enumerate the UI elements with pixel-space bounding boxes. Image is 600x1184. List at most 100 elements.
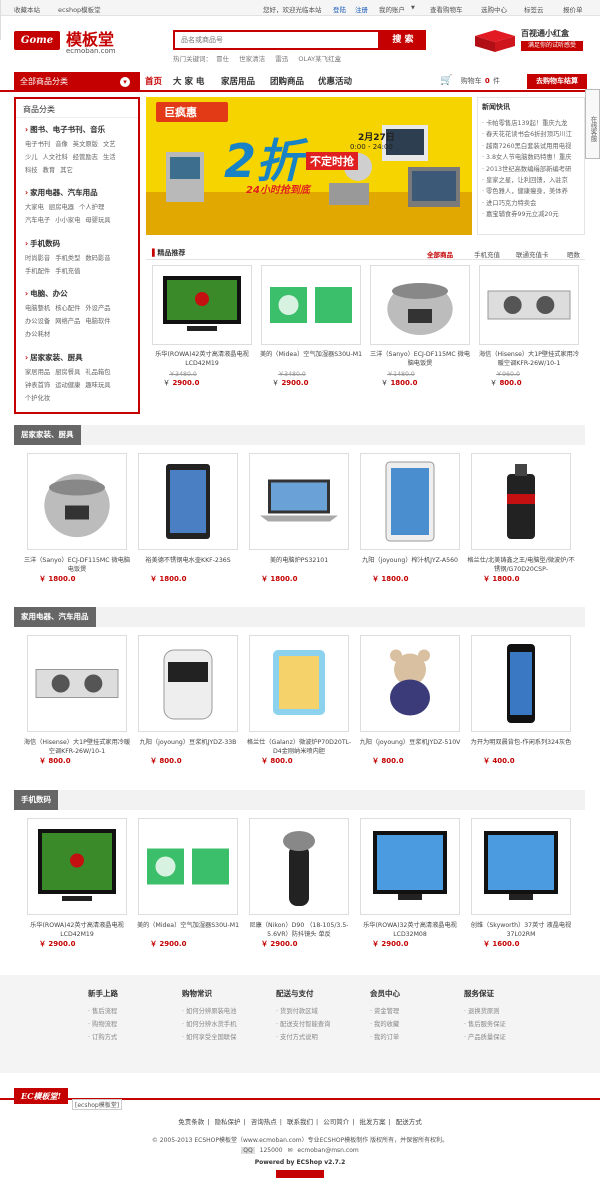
footer-help-link[interactable]: 配送支付智能查询: [280, 1021, 330, 1028]
category-link[interactable]: 音像: [55, 141, 68, 148]
recommend-product-card[interactable]: 乐华(ROWA)42英寸高清液晶电视LCD42M19 ￥3480.0 ￥ 2900.…: [149, 265, 255, 388]
footer-help-link[interactable]: 资金管理: [374, 1008, 399, 1015]
product-name[interactable]: 裕美德不锈钢电水壶KKF-236S: [134, 556, 242, 574]
footer-help-link[interactable]: 如何分辨水货手机: [186, 1021, 236, 1028]
product-name[interactable]: 乐华(ROWA)42英寸高清液晶电视LCD42M19: [149, 350, 255, 368]
favorite-link[interactable]: 收藏本站: [14, 4, 40, 14]
product-name[interactable]: 创维（Skyworth）37英寸 液晶电视 37L02RM: [467, 921, 575, 939]
category-link[interactable]: 运动健康: [55, 382, 80, 389]
section-product-card[interactable]: 三洋（Sanyo）ECJ-DF115MC 微电脑电饭煲 ￥ 1800.0: [23, 453, 131, 584]
section-product-card[interactable]: 九阳（joyoung）榨汁机JYZ-A560 ￥ 1800.0: [356, 453, 464, 584]
product-name[interactable]: 格兰仕（Galanz）微波炉P70D20TL-D4金刚纳米喷内胆: [245, 738, 353, 756]
section-product-card[interactable]: 九阳（joyoung）豆浆机JYDZ-33B ￥ 800.0: [134, 635, 242, 766]
qq-icon[interactable]: QQ: [241, 1147, 255, 1154]
product-name[interactable]: 为开为明双晨背包-作闲系列324灰色: [467, 738, 575, 756]
recommend-product-card[interactable]: 美的（Midea）空气加湿器S30U-M1 ￥3480.0 ￥ 2900.0: [258, 265, 364, 388]
section-title[interactable]: 家用电器、汽车用品: [14, 607, 96, 627]
product-name[interactable]: 三洋（Sanyo）ECJ-DF115MC 微电脑电饭煲: [23, 556, 131, 574]
section-product-card[interactable]: 格兰仕/北美铸鑫之王/电脑型/微波炉/不锈钢/G70D20CSP- ￥ 1800.…: [467, 453, 575, 584]
category-title[interactable]: 手机数码: [30, 239, 60, 248]
product-name[interactable]: 九阳（joyoung）豆浆机JYDZ-510V: [356, 738, 464, 756]
search-input[interactable]: [175, 32, 378, 48]
footer-help-link[interactable]: 我的订单: [374, 1034, 399, 1041]
category-link[interactable]: 汽车电子: [25, 217, 50, 224]
section-product-card[interactable]: 创维（Skyworth）37英寸 液晶电视 37L02RM ￥ 1600.0: [467, 818, 575, 949]
category-link[interactable]: 大家电: [25, 204, 44, 211]
nav-home[interactable]: 首页: [145, 75, 162, 87]
section-product-card[interactable]: 乐华(ROWA)32英寸高清液晶电视LCD32M08 ￥ 2900.0: [356, 818, 464, 949]
footer-link[interactable]: 联系我们: [287, 1118, 313, 1126]
product-name[interactable]: 乐华(ROWA)32英寸高清液晶电视LCD32M08: [356, 921, 464, 939]
tab-more[interactable]: 晒数: [567, 249, 580, 259]
category-link[interactable]: 办公耗材: [25, 331, 50, 338]
footer-link[interactable]: 批发方案: [360, 1118, 386, 1126]
category-link[interactable]: 人文社科: [43, 154, 68, 161]
product-name[interactable]: 美的电脑炉PS32101: [245, 556, 353, 574]
product-name[interactable]: 九阳（joyoung）榨汁机JYZ-A560: [356, 556, 464, 574]
category-link[interactable]: 外设产品: [85, 305, 110, 312]
product-image[interactable]: [479, 265, 579, 345]
footer-help-link[interactable]: 产品质量保证: [468, 1034, 506, 1041]
category-link[interactable]: 礼品箱包: [85, 369, 110, 376]
category-link[interactable]: 手机配件: [25, 268, 50, 275]
news-item[interactable]: · 嘉宝辅食券99元立减20元: [482, 209, 584, 220]
footer-help-link[interactable]: 订购方式: [92, 1034, 117, 1041]
section-title[interactable]: 手机数码: [14, 790, 58, 810]
category-title[interactable]: 电脑、办公: [30, 289, 68, 298]
product-name[interactable]: 美的（Midea）空气加湿器S30U-M1: [258, 350, 364, 368]
section-product-card[interactable]: 尼康（Nikon）D90 （18-105/3.5-5.6VR）防抖镜头 单反 ￥ …: [245, 818, 353, 949]
category-title[interactable]: 居家家装、厨具: [30, 353, 83, 362]
section-product-card[interactable]: 九阳（joyoung）豆浆机JYDZ-510V ￥ 800.0: [356, 635, 464, 766]
category-link[interactable]: 手机充值: [55, 268, 80, 275]
hot-keyword[interactable]: 雷迅: [275, 55, 288, 63]
category-title[interactable]: 图书、电子书刊、音乐: [30, 125, 105, 134]
section-product-card[interactable]: 裕美德不锈钢电水壶KKF-236S ￥ 1800.0: [134, 453, 242, 584]
footer-help-link[interactable]: 货到付款区域: [280, 1008, 318, 1015]
product-image[interactable]: [27, 453, 127, 550]
category-link[interactable]: 电子书刊: [25, 141, 50, 148]
center-link[interactable]: 选购中心: [481, 4, 507, 14]
news-item[interactable]: · 2013世纪高数编缉部新编考研: [482, 164, 584, 175]
footer-link[interactable]: 配送方式: [396, 1118, 422, 1126]
online-service-tab[interactable]: 在线客服: [585, 89, 600, 159]
promo-banner[interactable]: 百视通小红盒 满足你的试听感受: [473, 26, 585, 54]
category-title[interactable]: 家用电器、汽车用品: [30, 188, 98, 197]
footer-link[interactable]: 隐私保护: [214, 1118, 240, 1126]
nav-group-buy[interactable]: 团购商品: [270, 75, 304, 87]
product-image[interactable]: [138, 453, 238, 550]
product-image[interactable]: [360, 818, 460, 915]
category-link[interactable]: 个人护理: [79, 204, 104, 211]
news-item[interactable]: · 卡帕零售店139起！重庆九龙: [482, 118, 584, 129]
category-link[interactable]: 趣味玩具: [85, 382, 110, 389]
footer-help-link[interactable]: 售后服务保证: [468, 1021, 506, 1028]
footer-help-link[interactable]: 如何分辨原装电池: [186, 1008, 236, 1015]
footer-help-link[interactable]: 购物流程: [92, 1021, 117, 1028]
category-link[interactable]: 厨房电器: [49, 204, 74, 211]
view-cart-link[interactable]: 查看购物车: [430, 4, 463, 14]
product-image[interactable]: [27, 635, 127, 732]
product-name[interactable]: 乐华(ROWA)42英寸高清液晶电视LCD42M19: [23, 921, 131, 939]
product-image[interactable]: [249, 635, 349, 732]
category-link[interactable]: 英文原版: [73, 141, 98, 148]
category-link[interactable]: 少儿: [25, 154, 38, 161]
footer-help-link[interactable]: 退换货原则: [468, 1008, 499, 1015]
news-item[interactable]: · 春天花花读书会6折封顶巧川江: [482, 129, 584, 140]
hot-keyword[interactable]: 世家清洁: [239, 55, 265, 63]
product-image[interactable]: [249, 818, 349, 915]
account-menu[interactable]: 我的账户: [379, 4, 405, 14]
product-image[interactable]: [471, 818, 571, 915]
nav-appliances[interactable]: 大 家 电: [173, 75, 204, 87]
category-link[interactable]: 钟表首饰: [25, 382, 50, 389]
register-link[interactable]: 注册: [355, 4, 368, 14]
category-link[interactable]: 数码影音: [85, 255, 110, 262]
category-link[interactable]: 教育: [43, 167, 56, 174]
section-product-card[interactable]: 美的电脑炉PS32101 ￥ 1800.0: [245, 453, 353, 584]
footer-help-link[interactable]: 售后流程: [92, 1008, 117, 1015]
search-button[interactable]: 搜 索: [380, 30, 426, 50]
shop-link[interactable]: ecshop模板堂: [58, 4, 101, 14]
product-name[interactable]: 海信（Hisense）大1P壁挂式家用冷暖空调KFR-26W/10-1: [476, 350, 582, 368]
category-link[interactable]: 厨房餐具: [55, 369, 80, 376]
product-image[interactable]: [471, 635, 571, 732]
category-link[interactable]: 网络产品: [55, 318, 80, 325]
product-name[interactable]: 海信（Hisense）大1P壁挂式家用冷暖空调KFR-26W/10-1: [23, 738, 131, 756]
